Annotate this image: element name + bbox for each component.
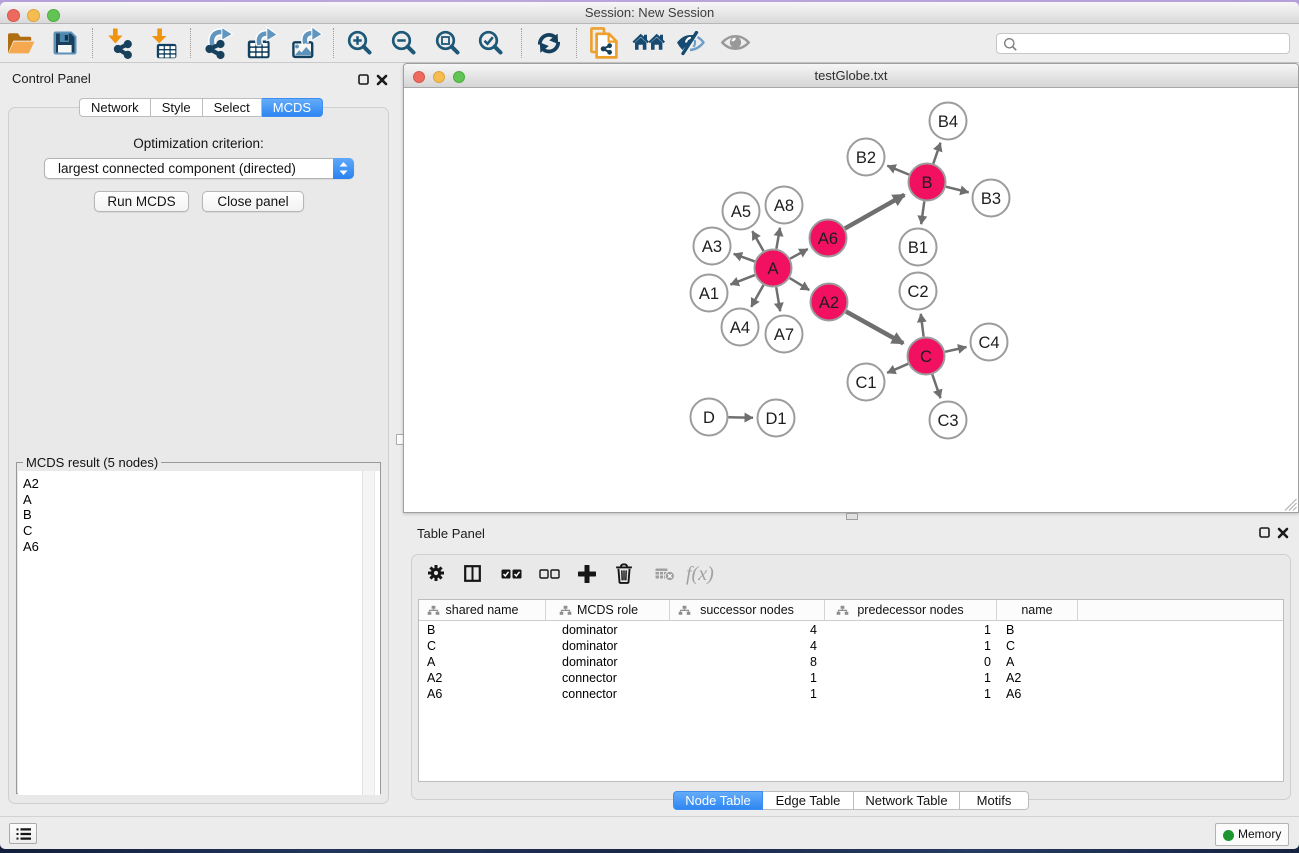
- svg-text:A: A: [767, 260, 778, 278]
- svg-text:C3: C3: [937, 412, 958, 430]
- svg-text:B1: B1: [908, 239, 928, 257]
- svg-text:A3: A3: [702, 238, 722, 256]
- svg-text:A7: A7: [774, 326, 794, 344]
- svg-text:D: D: [703, 409, 715, 427]
- svg-text:A4: A4: [730, 319, 750, 337]
- svg-text:C4: C4: [978, 334, 999, 352]
- svg-text:D1: D1: [765, 410, 786, 428]
- svg-text:B3: B3: [981, 190, 1001, 208]
- svg-text:A6: A6: [818, 230, 838, 248]
- svg-text:A2: A2: [819, 294, 839, 312]
- svg-text:C1: C1: [855, 374, 876, 392]
- svg-text:B: B: [921, 174, 932, 192]
- svg-text:C: C: [920, 348, 932, 366]
- svg-text:A5: A5: [731, 203, 751, 221]
- svg-text:B2: B2: [856, 149, 876, 167]
- svg-text:A8: A8: [774, 197, 794, 215]
- svg-text:A1: A1: [699, 285, 719, 303]
- svg-text:B4: B4: [938, 113, 958, 131]
- svg-text:C2: C2: [907, 283, 928, 301]
